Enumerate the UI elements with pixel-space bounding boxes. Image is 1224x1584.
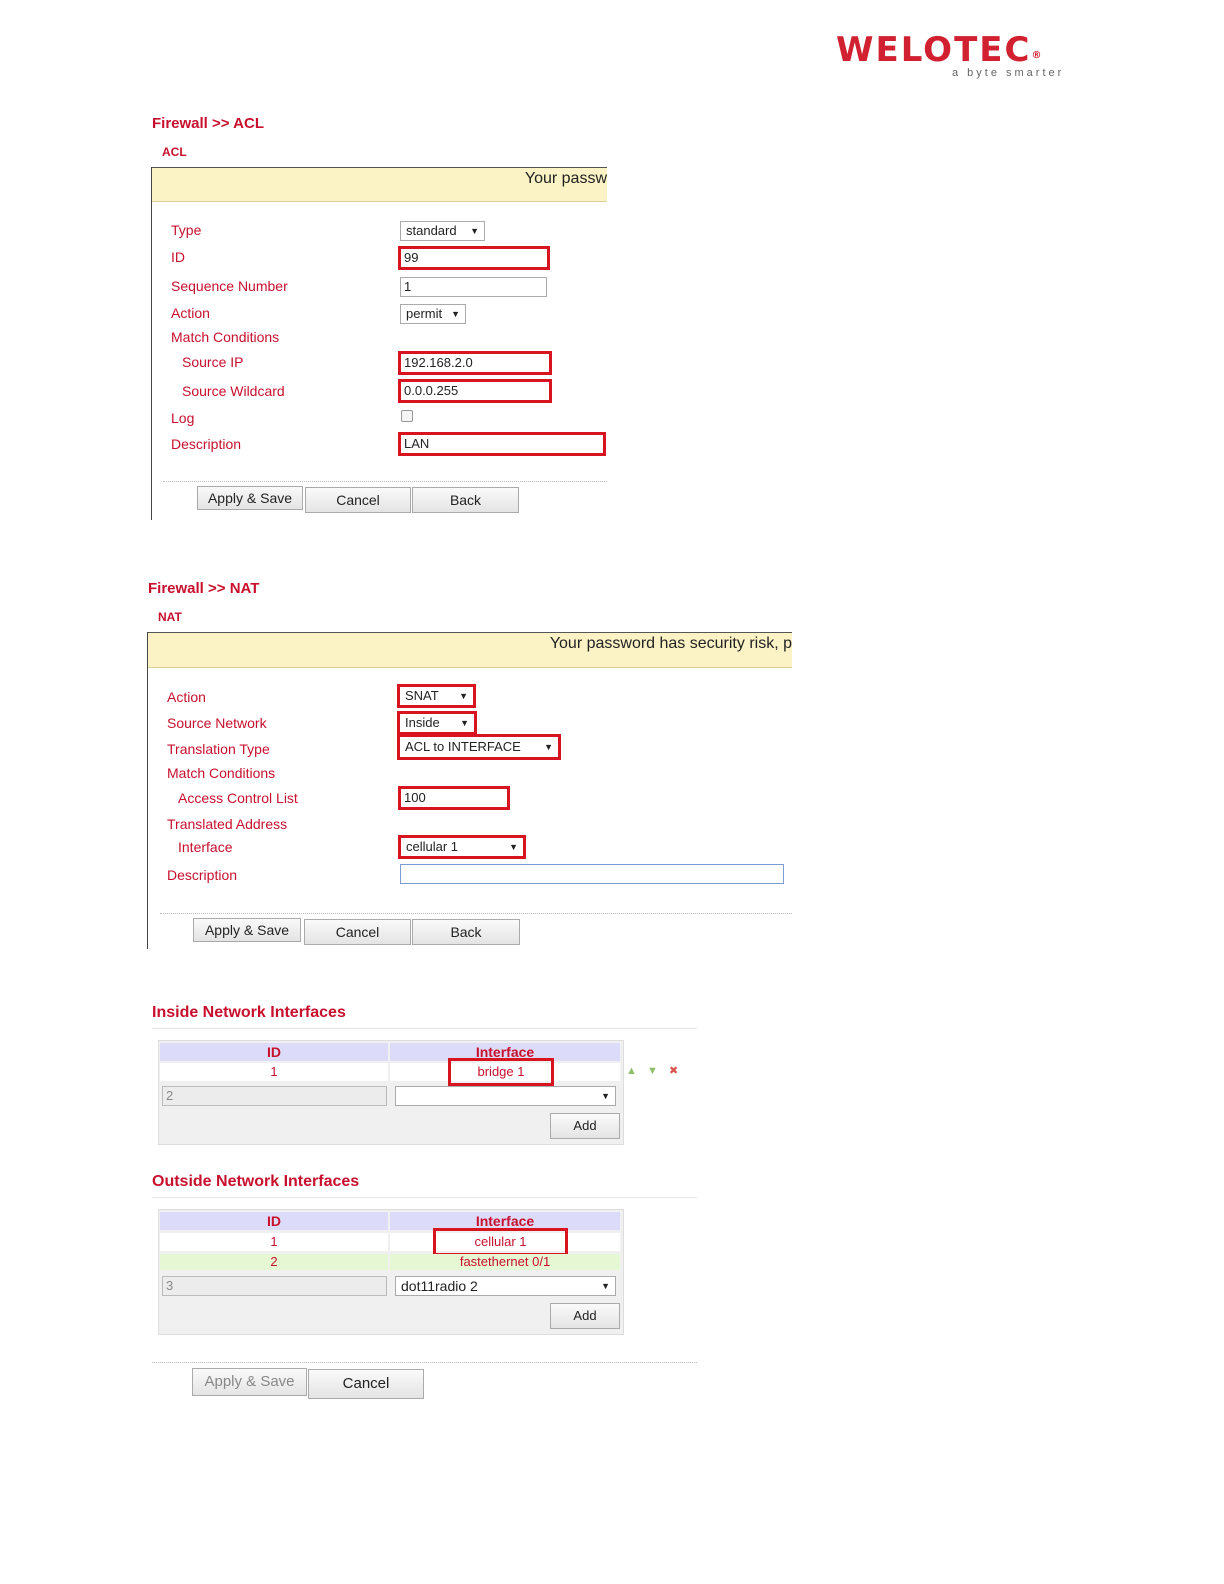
acl-seq-input[interactable]: 1 — [400, 277, 547, 297]
nat-trans-addr-label: Translated Address — [167, 816, 288, 832]
welotec-logo: WELOTEC® — [836, 30, 1041, 70]
outside-add-button[interactable]: Add — [550, 1303, 620, 1329]
nat-iface-value: cellular 1 — [406, 839, 459, 854]
inside-new-iface-select[interactable]: ▼ — [395, 1086, 616, 1106]
acl-src-ip-label: Source IP — [182, 354, 244, 370]
acl-action-value: permit — [406, 306, 443, 321]
nat-breadcrumb: Firewall >> NAT — [148, 580, 260, 597]
acl-src-wildcard-label: Source Wildcard — [182, 383, 285, 399]
acl-id-input[interactable]: 99 — [398, 246, 550, 270]
move-down-icon[interactable]: ▼ — [647, 1065, 658, 1077]
acl-match-label: Match Conditions — [171, 329, 280, 345]
nat-iface-select[interactable]: cellular 1 ▼ — [398, 835, 526, 859]
acl-log-label: Log — [171, 410, 195, 426]
acl-log-checkbox[interactable] — [401, 410, 413, 422]
acl-src-ip-input[interactable]: 192.168.2.0 — [398, 351, 552, 375]
nat-password-banner: Your password has security risk, p — [148, 632, 792, 668]
chevron-down-icon: ▼ — [509, 842, 518, 852]
chevron-down-icon: ▼ — [451, 309, 460, 319]
outside-row-2-id: 2 — [160, 1254, 388, 1270]
nat-action-label: Action — [167, 689, 206, 705]
acl-banner-text: Your passw — [524, 170, 607, 187]
nat-iface-label: Interface — [178, 839, 233, 855]
outside-new-id-input[interactable]: 3 — [162, 1276, 387, 1296]
acl-desc-input[interactable]: LAN — [398, 432, 606, 456]
nat-subtitle: NAT — [158, 610, 182, 624]
acl-id-label: ID — [171, 249, 185, 265]
outside-new-iface-value: dot11radio 2 — [401, 1278, 478, 1294]
chevron-down-icon: ▼ — [601, 1091, 610, 1101]
chevron-down-icon: ▼ — [460, 718, 469, 728]
inside-row-1-interface-value: bridge 1 — [448, 1058, 554, 1086]
acl-type-select[interactable]: standard ▼ — [400, 221, 485, 241]
nat-action-value: SNAT — [405, 688, 439, 703]
acl-action-label: Action — [171, 305, 210, 321]
outside-col-id: ID — [160, 1212, 388, 1230]
acl-subtitle: ACL — [162, 145, 187, 159]
footer-apply-save-button[interactable]: Apply & Save — [192, 1368, 307, 1396]
acl-action-select[interactable]: permit ▼ — [400, 304, 466, 324]
acl-cancel-button[interactable]: Cancel — [305, 487, 411, 513]
outside-new-iface-select[interactable]: dot11radio 2 ▼ — [395, 1276, 616, 1296]
outside-rule — [152, 1197, 697, 1198]
inside-row-1-id: 1 — [160, 1063, 388, 1081]
acl-type-value: standard — [406, 223, 457, 238]
chevron-down-icon: ▼ — [544, 742, 553, 752]
nat-cancel-button[interactable]: Cancel — [304, 919, 411, 945]
acl-apply-save-button[interactable]: Apply & Save — [197, 486, 303, 510]
nat-src-net-value: Inside — [405, 715, 440, 730]
inside-new-id-input[interactable]: 2 — [162, 1086, 387, 1106]
nat-banner-text: Your password has security risk, p — [549, 635, 792, 652]
logo-word: WELOTEC — [836, 30, 1032, 70]
nat-apply-save-button[interactable]: Apply & Save — [193, 918, 301, 942]
nat-action-select[interactable]: SNAT ▼ — [397, 684, 476, 708]
inside-add-button[interactable]: Add — [550, 1113, 620, 1139]
acl-src-wildcard-input[interactable]: 0.0.0.255 — [398, 379, 552, 403]
nat-divider — [160, 913, 792, 914]
chevron-down-icon: ▼ — [470, 226, 479, 236]
nat-desc-label: Description — [167, 867, 238, 883]
acl-desc-label: Description — [171, 436, 242, 452]
footer-divider — [152, 1362, 697, 1363]
nat-match-label: Match Conditions — [167, 765, 276, 781]
move-up-icon[interactable]: ▲ — [626, 1065, 637, 1077]
logo-registered-mark: ® — [1031, 50, 1042, 61]
acl-divider — [163, 481, 607, 482]
nat-trans-type-select[interactable]: ACL to INTERFACE ▼ — [397, 734, 561, 760]
acl-password-banner: Your passw — [152, 167, 607, 202]
logo-tagline: a byte smarter — [952, 67, 1065, 79]
inside-rule — [152, 1028, 697, 1029]
nat-trans-type-value: ACL to INTERFACE — [405, 739, 521, 754]
footer-cancel-button[interactable]: Cancel — [308, 1369, 424, 1399]
acl-back-button[interactable]: Back — [412, 487, 519, 513]
acl-breadcrumb: Firewall >> ACL — [152, 115, 264, 132]
acl-type-label: Type — [171, 222, 202, 238]
nat-desc-input[interactable] — [400, 864, 784, 884]
delete-icon[interactable]: ✖ — [669, 1065, 678, 1077]
outside-interfaces-title: Outside Network Interfaces — [152, 1173, 360, 1190]
nat-src-net-label: Source Network — [167, 715, 267, 731]
outside-row-1-id: 1 — [160, 1233, 388, 1251]
nat-acl-input[interactable]: 100 — [398, 786, 510, 810]
outside-row-2-interface: fastethernet 0/1 — [390, 1254, 620, 1270]
chevron-down-icon: ▼ — [459, 691, 468, 701]
inside-interfaces-title: Inside Network Interfaces — [152, 1004, 346, 1021]
nat-acl-label: Access Control List — [178, 790, 298, 806]
chevron-down-icon: ▼ — [601, 1281, 610, 1291]
outside-row-1-interface-value: cellular 1 — [433, 1228, 568, 1256]
nat-back-button[interactable]: Back — [412, 919, 520, 945]
nat-src-net-select[interactable]: Inside ▼ — [397, 711, 477, 735]
nat-trans-type-label: Translation Type — [167, 741, 270, 757]
inside-col-id: ID — [160, 1043, 388, 1061]
acl-seq-label: Sequence Number — [171, 278, 288, 294]
